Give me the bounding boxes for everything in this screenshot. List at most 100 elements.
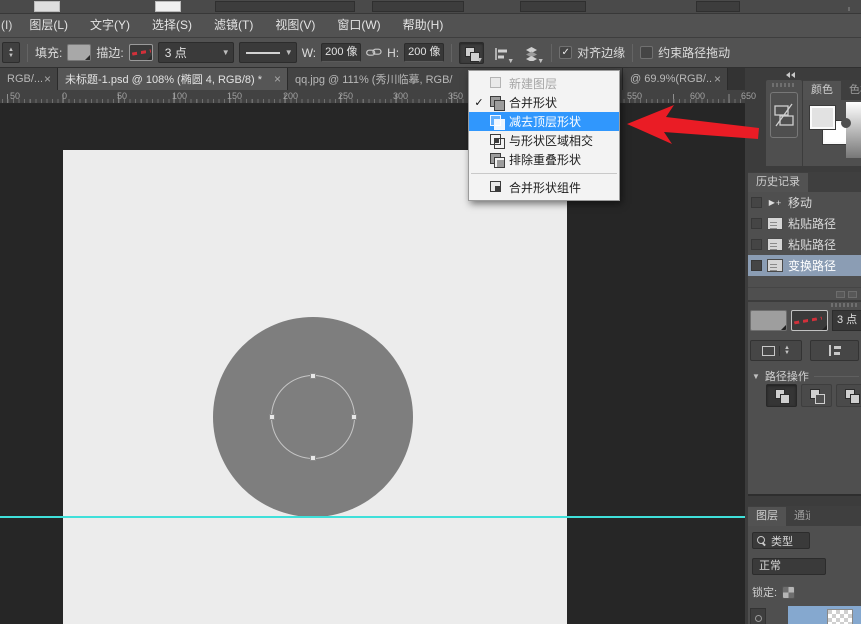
layer-row[interactable] bbox=[748, 606, 861, 624]
close-tab-icon[interactable]: × bbox=[272, 72, 287, 86]
ruler-label: 200 bbox=[283, 91, 298, 101]
tab-title: @ 69.9%(RGB/... bbox=[623, 73, 712, 85]
align-edges-checkbox[interactable]: 对齐边缘 bbox=[559, 44, 625, 61]
history-source-checkbox[interactable] bbox=[751, 260, 762, 271]
history-panel: 历史记录 移动粘贴路径粘贴路径变换路径 bbox=[748, 172, 861, 300]
menubar-item-4[interactable]: 滤镜(T) bbox=[203, 14, 264, 37]
shape-controls-row: ▲▼ bbox=[750, 340, 859, 361]
menu-item-intersect-shape-areas[interactable]: 与形状区域相交 bbox=[469, 131, 619, 150]
document-icon bbox=[767, 238, 783, 251]
menubar-item-6[interactable]: 窗口(W) bbox=[326, 14, 391, 37]
tool-preset-spinner[interactable]: ▲▼ bbox=[2, 42, 20, 63]
tab-swatches[interactable]: 色板 bbox=[841, 81, 861, 100]
stroke-swatch[interactable] bbox=[129, 44, 153, 61]
path-operations-button[interactable]: ▼ bbox=[459, 42, 484, 64]
intersect-shape-icon bbox=[845, 389, 858, 402]
tab-layers[interactable]: 图层 bbox=[748, 507, 786, 526]
ellipse-path-outline[interactable] bbox=[271, 375, 355, 459]
anchor-point[interactable] bbox=[310, 455, 316, 461]
blend-mode-select[interactable]: 正常 bbox=[752, 558, 826, 575]
history-step[interactable]: 移动 bbox=[748, 192, 861, 213]
close-tab-icon[interactable]: × bbox=[712, 72, 727, 86]
clipped-swatch bbox=[34, 1, 60, 12]
link-dimensions-icon[interactable] bbox=[366, 47, 382, 58]
anchor-point[interactable] bbox=[269, 414, 275, 420]
check-icon: ✓ bbox=[473, 96, 485, 109]
menubar-item-0[interactable]: (I) bbox=[0, 14, 18, 37]
trash-icon[interactable] bbox=[848, 291, 857, 298]
history-source-checkbox[interactable] bbox=[751, 197, 762, 208]
menu-item-subtract-front-shape[interactable]: 减去顶层形状 bbox=[469, 112, 619, 131]
eye-icon bbox=[755, 615, 762, 622]
shape-dimensions-control[interactable]: ▲▼ bbox=[750, 340, 802, 361]
subtract-front-shape-button[interactable] bbox=[801, 384, 832, 407]
width-input[interactable]: 200 像 bbox=[321, 43, 361, 62]
props-fill-swatch[interactable] bbox=[750, 310, 787, 331]
tab-title: 未标题-1.psd @ 108% (椭圆 4, RGB/8) * bbox=[58, 71, 266, 87]
document-tab-0[interactable]: RGB/...× bbox=[0, 68, 58, 90]
selected-layer-row[interactable] bbox=[788, 606, 861, 624]
document-tabbar: RGB/...×未标题-1.psd @ 108% (椭圆 4, RGB/8) *… bbox=[0, 68, 745, 90]
menu-item-combine-shapes[interactable]: ✓ 合并形状 bbox=[469, 93, 619, 112]
arrange-rectangles-icon[interactable] bbox=[770, 92, 798, 138]
canvas-area[interactable] bbox=[0, 104, 745, 624]
stroke-width-select[interactable]: 3 点▼ bbox=[158, 42, 234, 63]
history-step[interactable]: 粘贴路径 bbox=[748, 213, 861, 234]
ruler-label: 50 bbox=[10, 91, 20, 101]
menu-item-merge-shape-components[interactable]: 合并形状组件 bbox=[469, 178, 619, 197]
props-stroke-width[interactable]: 3 点 bbox=[832, 310, 861, 331]
path-alignment-button[interactable]: ▼ bbox=[489, 42, 514, 64]
menubar-item-2[interactable]: 文字(Y) bbox=[79, 14, 141, 37]
menubar-item-7[interactable]: 帮助(H) bbox=[392, 14, 455, 37]
stroke-type-select[interactable]: ▼ bbox=[239, 42, 297, 63]
swatch-corner-icon bbox=[85, 55, 90, 60]
menu-item-new-layer: 新建图层 bbox=[469, 74, 619, 93]
collapse-panels-icon[interactable] bbox=[786, 70, 804, 79]
document-tab-1[interactable]: 未标题-1.psd @ 108% (椭圆 4, RGB/8) * × bbox=[58, 68, 288, 90]
tab-channels[interactable]: 通道 bbox=[786, 507, 810, 526]
menubar-item-5[interactable]: 视图(V) bbox=[264, 14, 326, 37]
color-panel: 颜色 色板 bbox=[803, 80, 861, 166]
line-style-icon bbox=[246, 52, 280, 54]
color-ramp[interactable] bbox=[846, 102, 861, 158]
clipped-control bbox=[520, 1, 586, 12]
panel-grip[interactable] bbox=[831, 303, 857, 307]
snapshot-icon[interactable] bbox=[836, 291, 845, 298]
align-control[interactable] bbox=[810, 340, 859, 361]
menu-separator bbox=[471, 173, 617, 174]
top-clipped-toolbar bbox=[0, 0, 861, 14]
props-stroke-swatch[interactable] bbox=[791, 310, 828, 331]
tab-color[interactable]: 颜色 bbox=[803, 81, 841, 100]
menubar-item-1[interactable]: 图层(L) bbox=[18, 14, 79, 37]
layer-filter-select[interactable]: 类型 bbox=[752, 532, 810, 549]
chevron-down-icon: ▼ bbox=[507, 58, 514, 65]
ruler-label: 0 bbox=[62, 91, 67, 101]
menubar-item-3[interactable]: 选择(S) bbox=[141, 14, 203, 37]
lock-transparency-icon[interactable] bbox=[782, 586, 795, 599]
tab-history[interactable]: 历史记录 bbox=[748, 173, 808, 192]
menu-item-label: 合并形状 bbox=[509, 94, 611, 111]
menu-item-exclude-overlapping-shapes[interactable]: 排除重叠形状 bbox=[469, 150, 619, 169]
layers-panel-header: 图层 通道 bbox=[748, 506, 861, 526]
fill-swatch[interactable] bbox=[67, 44, 91, 61]
anchor-point[interactable] bbox=[351, 414, 357, 420]
history-step[interactable]: 粘贴路径 bbox=[748, 234, 861, 255]
color-panel-header: 颜色 色板 bbox=[803, 80, 861, 100]
height-input[interactable]: 200 像 bbox=[404, 43, 444, 62]
horizontal-ruler[interactable]: 50050100150200250300350550600650 bbox=[0, 90, 745, 104]
combine-shapes-button[interactable] bbox=[766, 384, 797, 407]
anchor-point[interactable] bbox=[310, 373, 316, 379]
history-source-checkbox[interactable] bbox=[751, 239, 762, 250]
panel-grip[interactable] bbox=[772, 83, 796, 87]
history-step[interactable]: 变换路径 bbox=[748, 255, 861, 276]
visibility-toggle[interactable] bbox=[750, 608, 766, 624]
path-arrange-button[interactable]: ▼ bbox=[519, 42, 544, 64]
constrain-path-checkbox[interactable]: 约束路径拖动 bbox=[640, 44, 730, 61]
triangle-down-icon[interactable]: ▼ bbox=[752, 372, 760, 381]
document-tab-3[interactable]: @ 69.9%(RGB/...× bbox=[623, 68, 728, 90]
intersect-shape-button[interactable] bbox=[836, 384, 861, 407]
layer-filter-row: 类型 bbox=[752, 532, 810, 549]
history-source-checkbox[interactable] bbox=[751, 218, 762, 229]
close-tab-icon[interactable]: × bbox=[42, 72, 57, 86]
foreground-color-swatch[interactable] bbox=[810, 106, 835, 129]
